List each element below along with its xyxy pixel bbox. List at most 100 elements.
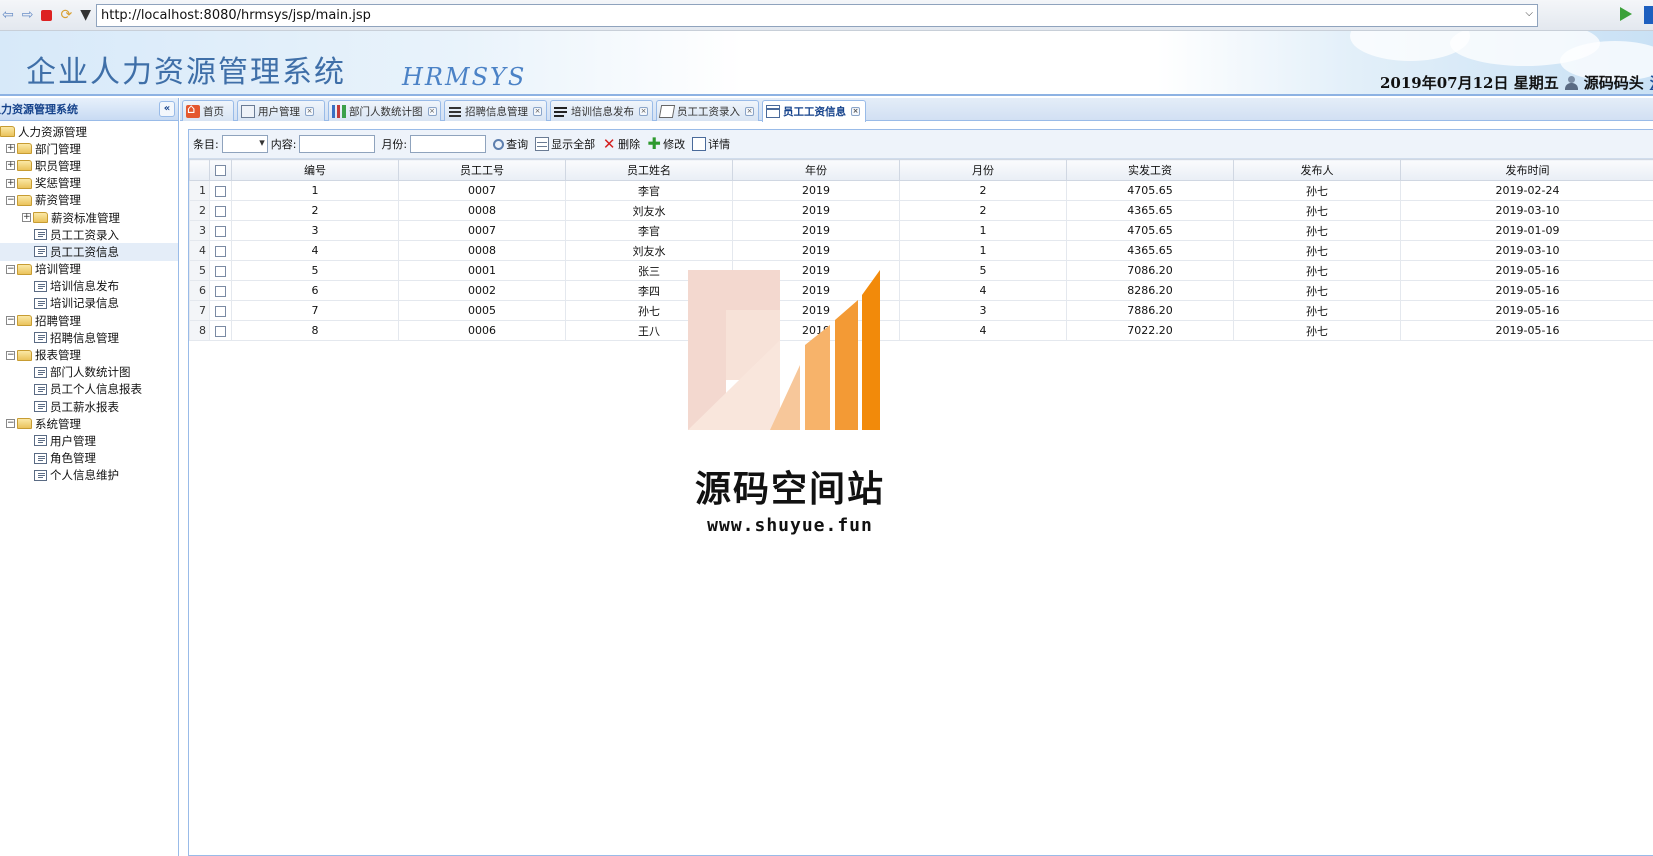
sidebar-item[interactable]: − 报表管理	[0, 346, 178, 363]
row-checkbox[interactable]	[215, 185, 226, 197]
table-row[interactable]: 3 3 0007 李官 2019 1 4705.65 孙七 2019-01-09	[189, 220, 1653, 241]
address-bar[interactable]: http://localhost:8080/hrmsys/jsp/main.js…	[96, 4, 1538, 27]
close-icon[interactable]: ×	[639, 106, 648, 116]
close-icon[interactable]: ×	[851, 107, 860, 116]
username: 源码码头	[1583, 74, 1644, 92]
chevron-down-icon[interactable]: ▼	[80, 8, 91, 22]
sidebar-item[interactable]: − 系统管理	[0, 415, 178, 432]
tab-1[interactable]: 首页	[182, 100, 234, 121]
show-all-button[interactable]: 显示全部	[535, 136, 595, 152]
table-row[interactable]: 5 5 0001 张三 2019 5 7086.20 孙七 2019-05-16	[189, 260, 1653, 281]
address-dropdown-icon[interactable]: ⌵	[1525, 8, 1533, 19]
close-icon[interactable]: ×	[745, 106, 754, 116]
column-header[interactable]: 员工姓名	[565, 159, 733, 181]
sidebar-item[interactable]: + 部门管理	[0, 140, 178, 157]
tab-6[interactable]: 员工工资录入 ×	[656, 100, 759, 121]
collapse-node-icon[interactable]: −	[6, 316, 15, 326]
stop-icon[interactable]	[41, 9, 53, 21]
row-checkbox[interactable]	[215, 205, 226, 217]
table-cell: 5	[231, 260, 399, 281]
row-checkbox[interactable]	[215, 245, 226, 257]
row-checkbox[interactable]	[215, 285, 226, 297]
back-icon[interactable]: ⇦	[2, 8, 14, 22]
detail-button[interactable]: 详情	[692, 136, 730, 152]
sidebar: 人力资源管理系统 « 人力资源管理+部门管理+职员管理+奖惩管理−薪资管理+薪资…	[0, 98, 179, 856]
sidebar-item[interactable]: 员工工资信息	[0, 243, 178, 261]
sidebar-item[interactable]: 部门人数统计图	[0, 364, 178, 381]
column-header[interactable]: 员工工号	[398, 159, 566, 181]
column-header[interactable]: 实发工资	[1066, 159, 1234, 181]
column-header[interactable]: 年份	[732, 159, 900, 181]
column-header[interactable]: 发布时间	[1400, 159, 1653, 181]
sidebar-item[interactable]: 个人信息维护	[0, 467, 178, 484]
sidebar-item-label: 部门人数统计图	[50, 365, 131, 380]
delete-button[interactable]: ✕ 删除	[602, 136, 640, 152]
browser-extension-icon[interactable]	[1644, 6, 1653, 24]
sidebar-item[interactable]: 用户管理	[0, 432, 178, 449]
entry-select[interactable]	[221, 135, 268, 153]
delete-icon: ✕	[602, 135, 616, 153]
table-row[interactable]: 6 6 0002 李四 2019 4 8286.20 孙七 2019-05-16	[189, 280, 1653, 301]
tab-4[interactable]: 招聘信息管理 ×	[444, 100, 547, 121]
sidebar-item[interactable]: 员工个人信息报表	[0, 381, 178, 398]
sidebar-item[interactable]: 人力资源管理	[0, 123, 178, 140]
collapse-node-icon[interactable]: −	[6, 264, 15, 274]
folder-icon	[17, 177, 32, 189]
app-subtitle: HRMSYS	[402, 63, 527, 91]
sidebar-item[interactable]: − 招聘管理	[0, 312, 178, 329]
sidebar-item[interactable]: 员工薪水报表	[0, 398, 178, 415]
tab-5[interactable]: 培训信息发布 ×	[550, 100, 653, 121]
sidebar-item[interactable]: 员工工资录入	[0, 226, 178, 243]
page-icon	[34, 297, 47, 309]
folder-icon	[17, 194, 32, 206]
tab-3[interactable]: 部门人数统计图 ×	[328, 100, 441, 121]
search-button[interactable]: 查询	[493, 136, 528, 152]
close-icon[interactable]: ×	[305, 106, 314, 116]
close-icon[interactable]: ×	[533, 106, 542, 116]
close-icon[interactable]: ×	[427, 106, 437, 116]
expand-node-icon[interactable]: +	[6, 178, 15, 188]
collapse-node-icon[interactable]: −	[6, 419, 15, 429]
row-checkbox[interactable]	[215, 325, 226, 337]
sidebar-item[interactable]: − 培训管理	[0, 261, 178, 278]
table-row[interactable]: 7 7 0005 孙七 2019 3 7886.20 孙七 2019-05-16	[189, 300, 1653, 321]
row-checkbox[interactable]	[215, 265, 226, 277]
go-icon[interactable]	[1620, 7, 1632, 21]
sidebar-item[interactable]: 角色管理	[0, 450, 178, 467]
table-cell: 0005	[398, 300, 566, 321]
sidebar-item-label: 薪资标准管理	[51, 210, 120, 225]
expand-node-icon[interactable]: +	[22, 213, 31, 223]
tab-7[interactable]: 员工工资信息 ×	[762, 100, 866, 122]
collapse-node-icon[interactable]: −	[6, 195, 15, 205]
sidebar-item[interactable]: + 职员管理	[0, 157, 178, 174]
expand-node-icon[interactable]: +	[6, 161, 15, 171]
show-all-icon	[535, 137, 550, 151]
refresh-icon[interactable]: ⟳	[60, 8, 72, 22]
column-header[interactable]: 发布人	[1233, 159, 1401, 181]
table-row[interactable]: 8 8 0006 王八 2019 4 7022.20 孙七 2019-05-16	[189, 320, 1653, 341]
tab-2[interactable]: 用户管理 ×	[237, 100, 325, 121]
table-row[interactable]: 1 1 0007 李官 2019 2 4705.65 孙七 2019-02-24	[189, 180, 1653, 201]
home-icon	[186, 102, 200, 118]
sidebar-item[interactable]: − 薪资管理	[0, 192, 178, 209]
sidebar-item[interactable]: + 奖惩管理	[0, 175, 178, 192]
month-input[interactable]	[410, 135, 487, 153]
row-checkbox[interactable]	[215, 225, 226, 237]
forward-icon[interactable]: ⇨	[22, 8, 34, 22]
collapse-sidebar-button[interactable]: «	[159, 101, 175, 117]
table-row[interactable]: 2 2 0008 刘友水 2019 2 4365.65 孙七 2019-03-10	[189, 200, 1653, 221]
sidebar-item[interactable]: 培训信息发布	[0, 278, 178, 295]
collapse-node-icon[interactable]: −	[6, 350, 15, 360]
column-header[interactable]: 编号	[231, 159, 399, 181]
row-checkbox[interactable]	[215, 305, 226, 317]
table-row[interactable]: 4 4 0008 刘友水 2019 1 4365.65 孙七 2019-03-10	[189, 240, 1653, 261]
sidebar-item[interactable]: 招聘信息管理	[0, 329, 178, 346]
modify-button[interactable]: ✚ 修改	[647, 136, 685, 152]
sidebar-item[interactable]: + 薪资标准管理	[0, 209, 178, 226]
sidebar-item[interactable]: 培训记录信息	[0, 295, 178, 312]
select-all-checkbox[interactable]	[215, 165, 226, 176]
expand-node-icon[interactable]: +	[6, 144, 15, 154]
search-toolbar: 条目: 内容: 月份: 查询 显示全部 ✕ 删除 ✚ 修改	[189, 130, 1653, 159]
column-header[interactable]: 月份	[899, 159, 1067, 181]
content-input[interactable]	[299, 135, 376, 153]
